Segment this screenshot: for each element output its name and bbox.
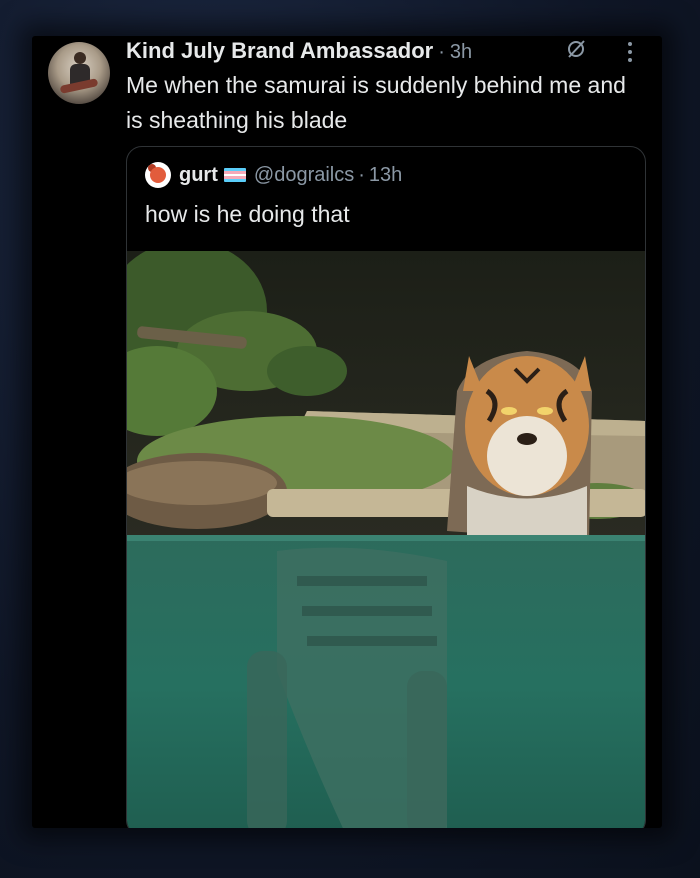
tiger-in-pool-image[interactable] (127, 251, 645, 828)
author-avatar[interactable] (48, 42, 110, 104)
quoted-tweet-text: how is he doing that (145, 201, 350, 227)
more-options-icon[interactable] (624, 40, 636, 64)
trans-flag-emoji (223, 168, 246, 182)
tweet-text: Me when the samurai is suddenly behind m… (126, 72, 626, 133)
quoted-author-handle[interactable]: @dograilcs (254, 164, 354, 187)
separator-dot: · (358, 163, 365, 186)
quoted-avatar-face (150, 167, 166, 183)
quoted-tweet-header: gurt @dograilcs · 13h (127, 161, 402, 189)
author-line: Kind July Brand Ambassador · 3h (126, 38, 472, 64)
author-name[interactable]: Kind July Brand Ambassador (126, 38, 433, 64)
quoted-author-name[interactable]: gurt (179, 164, 218, 187)
quoted-author-avatar[interactable] (145, 162, 171, 188)
post-time[interactable]: 3h (450, 41, 472, 64)
tiger-photo (127, 251, 645, 828)
avatar-figure-head (74, 52, 86, 64)
grok-icon[interactable] (565, 38, 587, 60)
quoted-post-time[interactable]: 13h (369, 164, 402, 187)
tweet-card[interactable]: Kind July Brand Ambassador · 3h Me when … (32, 36, 662, 828)
separator-dot: · (438, 41, 445, 63)
flag-stripe (223, 179, 246, 182)
quoted-tweet[interactable]: gurt @dograilcs · 13h how is he doing th… (126, 146, 646, 828)
